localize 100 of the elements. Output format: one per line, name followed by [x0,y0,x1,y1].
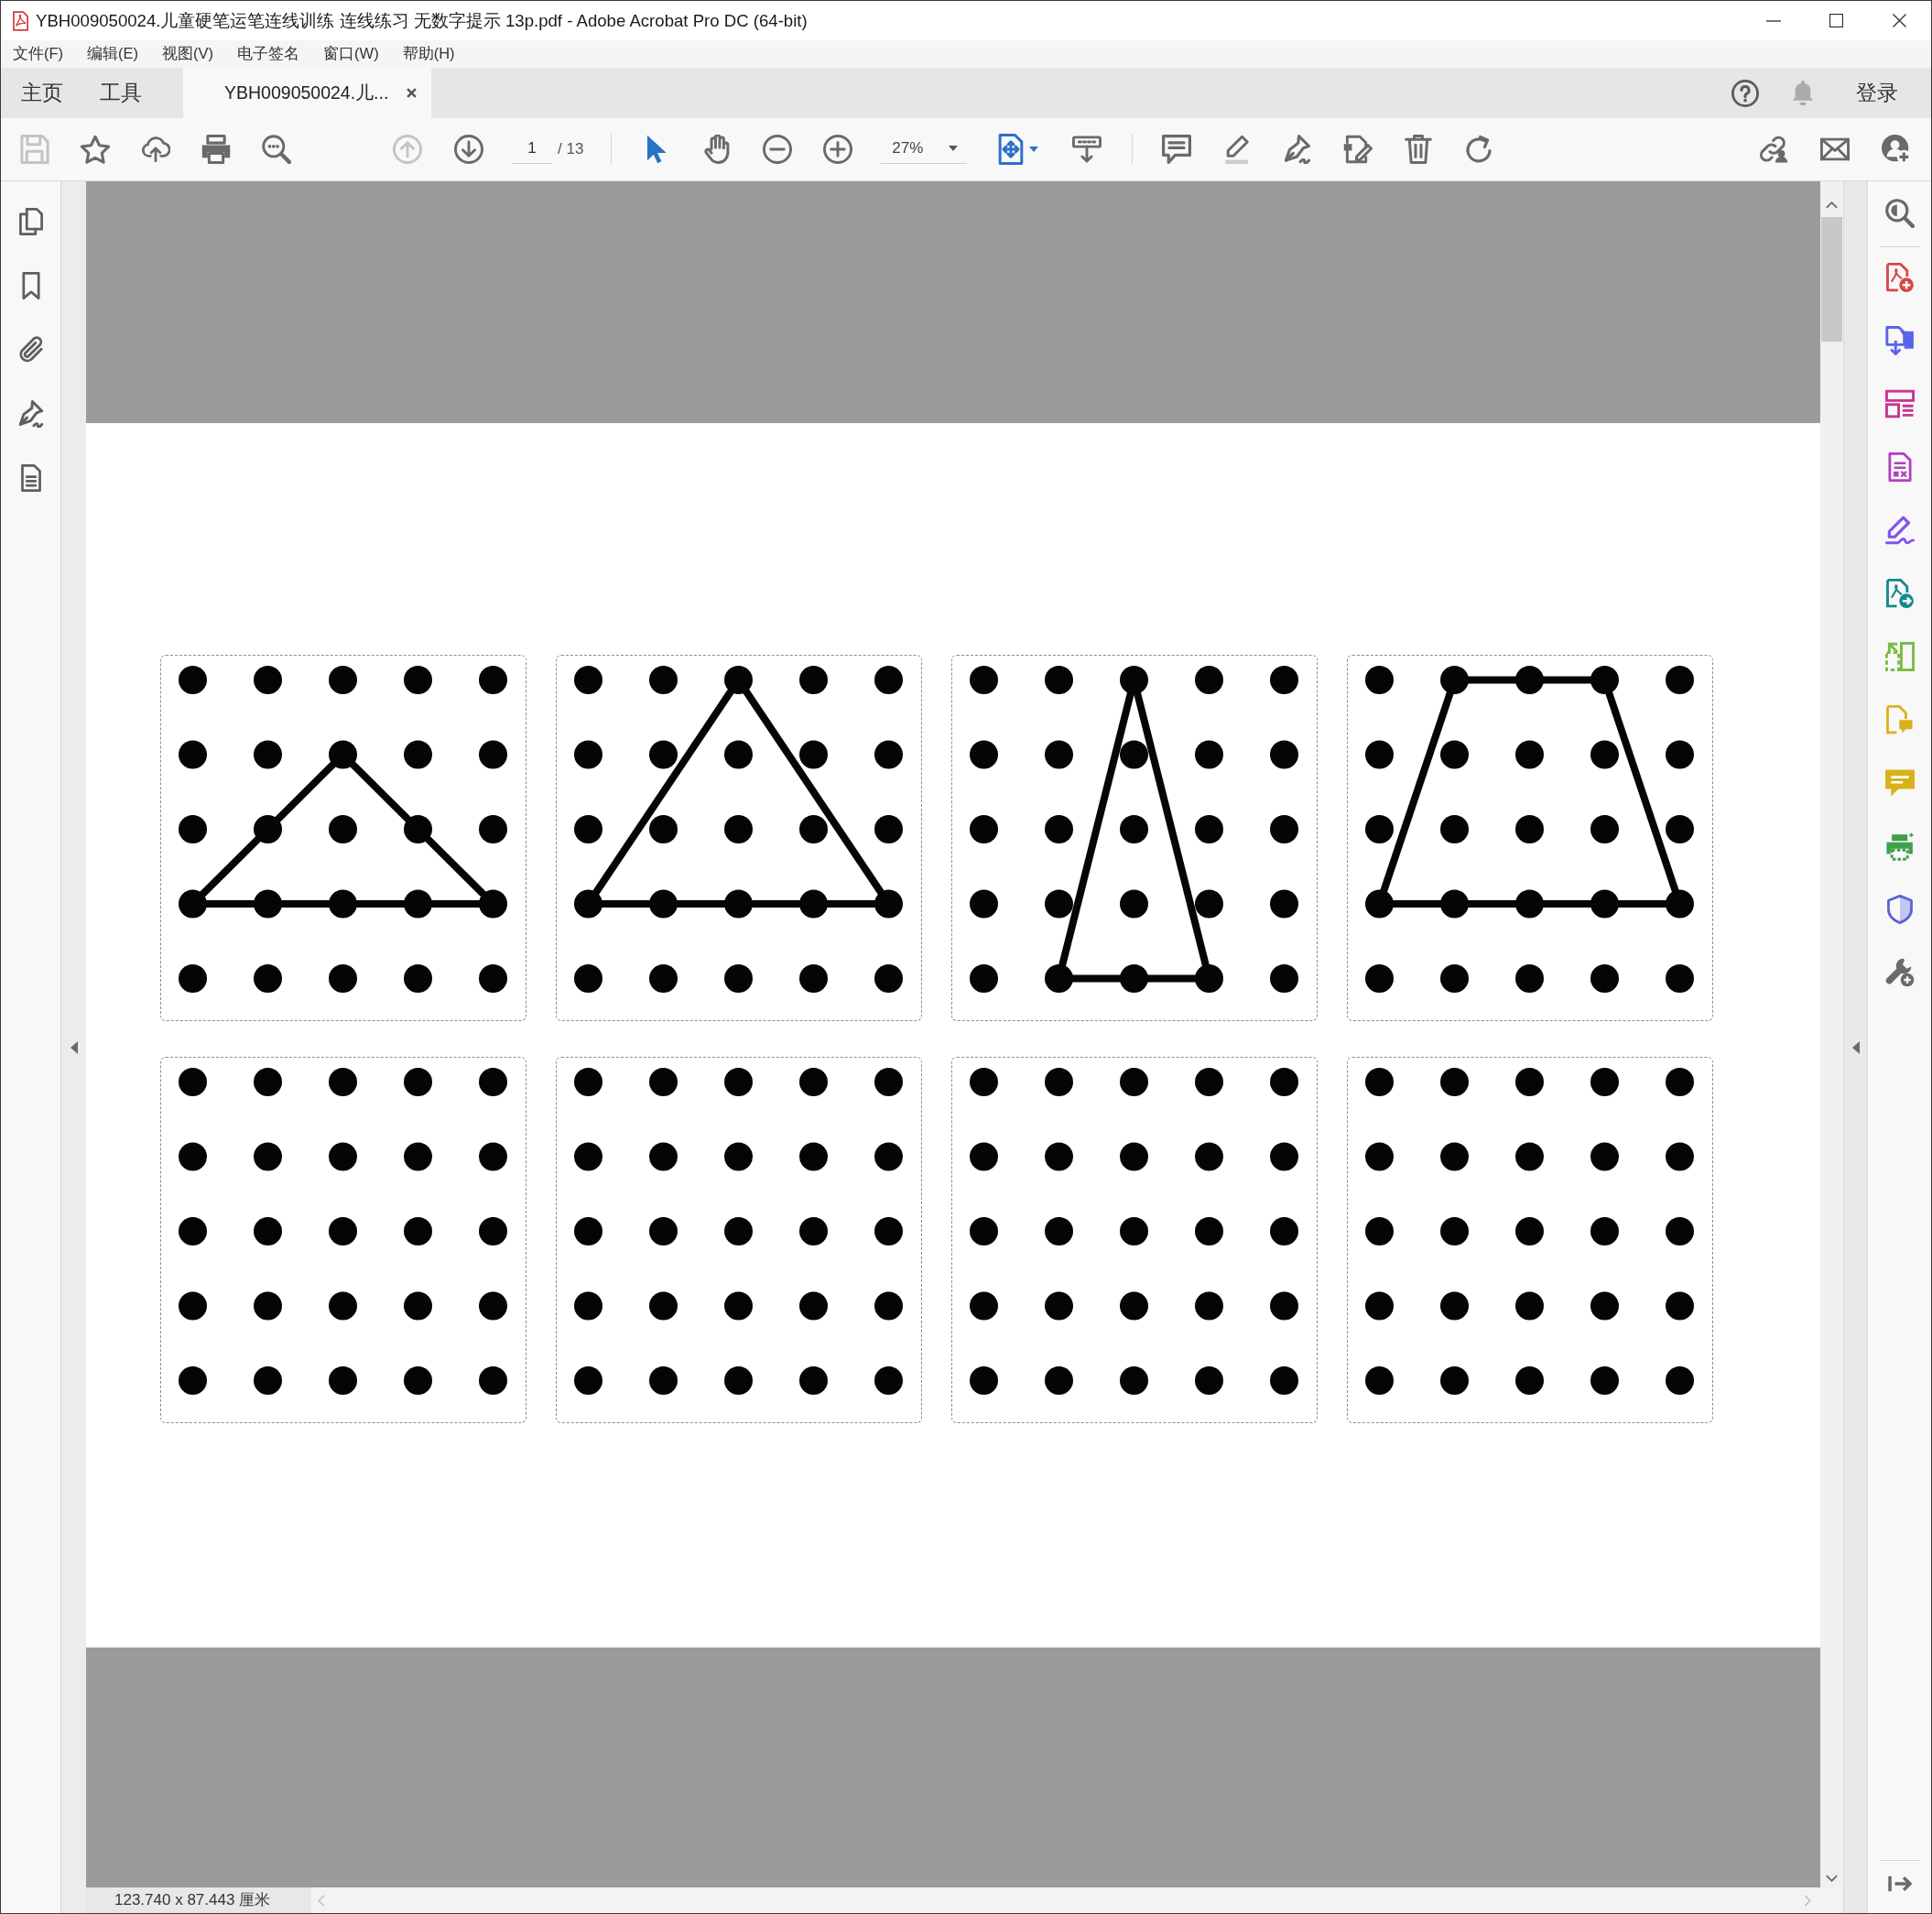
collapse-panel-icon[interactable] [1887,1876,1912,1892]
signature-pen-icon[interactable] [17,400,44,428]
tab[interactable]: 主页 [3,68,81,118]
grid-dot [1120,1142,1148,1171]
close-icon[interactable] [1893,14,1906,27]
grid-dot [799,1217,828,1245]
add-user-icon[interactable] [1882,135,1911,164]
trash-icon[interactable] [1404,135,1434,164]
grid-dot [649,1366,678,1395]
menu-item[interactable]: 电子签名 [225,44,312,64]
tab[interactable]: 工具 [81,68,160,118]
menu-item[interactable]: 文件(F) [1,44,76,64]
maximize-icon[interactable] [1829,14,1843,27]
scrollbar-thumb[interactable] [1821,217,1842,342]
grid-dot [1590,889,1619,919]
paperclip-icon[interactable] [17,336,44,364]
grid-dot [1120,1217,1148,1245]
grid-dot [970,740,998,769]
minimize-icon[interactable] [1765,19,1781,22]
comment-icon[interactable] [1162,135,1192,164]
page-size-label: 123.740 x 87.443 厘米 [86,1887,311,1913]
pages-icon[interactable] [17,208,44,235]
grid-dot [1365,815,1394,843]
grid-dot [1120,666,1148,694]
grid-dot [404,1142,432,1171]
document-send-icon[interactable] [1884,579,1915,608]
arrow-down-circle-icon[interactable] [454,135,483,164]
grid-dot [1365,1217,1394,1245]
fit-page-icon[interactable] [997,134,1026,165]
grid-dot [1440,1291,1469,1321]
caret-icon[interactable] [1029,147,1039,152]
grid-dot [479,1142,507,1171]
menu-item[interactable]: 编辑(E) [75,44,151,64]
grid-dot [799,1366,828,1395]
caret-left-icon[interactable] [1851,1040,1860,1054]
pen-nib-icon[interactable] [1283,135,1313,164]
zoom-field[interactable]: 27% [881,135,968,164]
document-pencil-icon[interactable] [1343,135,1373,164]
grid-dot [1440,740,1469,769]
scroll-mode-icon[interactable] [1072,136,1102,163]
grid-dot [179,889,207,919]
caret-icon[interactable] [949,145,959,151]
shield-icon[interactable] [1884,895,1915,924]
grid-dot [1270,1068,1298,1096]
grid-dot [1590,666,1619,694]
menu-item[interactable]: 视图(V) [150,44,226,64]
grid-dot [404,1068,432,1096]
cloud-upload-icon[interactable] [141,135,170,164]
menu-item[interactable]: 帮助(H) [390,44,467,64]
grid-dot [1515,1217,1544,1245]
grid-dot [1365,666,1394,694]
grid-dot [1195,666,1223,694]
close-icon[interactable] [407,88,417,98]
layout-icon[interactable] [1884,389,1915,419]
vertical-scrollbar[interactable] [1820,181,1843,1887]
signature-icon[interactable] [1884,516,1915,545]
help-icon[interactable] [1731,79,1759,107]
grid-dot [479,889,507,919]
grid-dot [1590,1068,1619,1096]
zoom-in-icon[interactable] [823,135,853,164]
grid-dot [1365,1291,1394,1321]
grid-dot [1195,1142,1223,1171]
menu-item[interactable]: 窗口(W) [311,44,391,64]
grid-dot [479,1068,507,1096]
grid-dot [724,666,753,694]
grid-dot [179,1291,207,1321]
magnifier-icon[interactable] [1884,199,1915,228]
grid-dot [179,1366,207,1395]
grid-dot [1195,964,1223,993]
rotate-icon[interactable] [1464,135,1494,164]
grid-dot [1365,1366,1394,1395]
grid-dot [970,1366,998,1395]
search-icon[interactable] [262,135,291,164]
page-number-field[interactable]: 1 [512,135,552,164]
grid-dot [1120,740,1148,769]
document-plus-icon[interactable] [1884,263,1915,292]
documents-arrow-icon[interactable] [1884,326,1915,355]
grid-dot [479,1217,507,1245]
grid-dot [799,1142,828,1171]
sign-in-button[interactable]: 登录 [1856,79,1898,107]
caret-left-icon[interactable] [70,1040,78,1054]
printer-icon[interactable] [201,135,231,164]
grid-dot [404,889,432,919]
star-icon[interactable] [81,135,110,164]
document-tab[interactable]: YBH009050024.儿... [183,68,431,118]
grid-dot [1195,889,1223,919]
grid-dot [649,889,678,919]
share-link-icon[interactable] [1759,135,1788,164]
printer-icon[interactable] [1884,832,1915,861]
scroll-down-icon[interactable] [1826,1875,1838,1882]
grid-dot [1270,1217,1298,1245]
zoom-out-icon[interactable] [763,135,793,164]
grid-dot [874,1366,903,1395]
wrench-plus-icon[interactable] [1884,958,1915,987]
grid-dot [1440,1068,1469,1096]
grid-dot [1440,964,1469,993]
grid-dot [1666,1068,1694,1096]
grid-dot [874,1291,903,1321]
grid-dot [1590,1217,1619,1245]
scroll-up-icon[interactable] [1826,201,1838,209]
